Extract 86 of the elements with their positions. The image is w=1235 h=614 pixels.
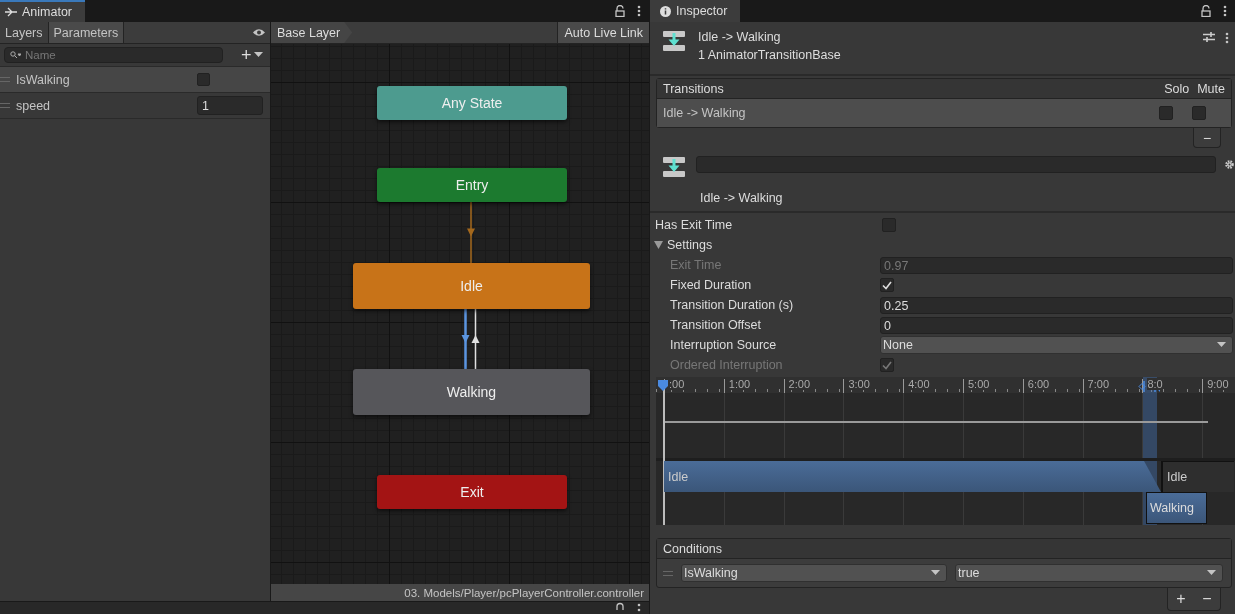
transition-label: Idle -> Walking — [699, 191, 784, 205]
value-dropdown[interactable]: true — [955, 564, 1223, 582]
remove-button[interactable]: − — [1194, 588, 1220, 610]
search-icon — [10, 51, 21, 59]
file-path: 03. Models/Player/pcPlayerController.controller — [271, 584, 649, 601]
checkbox[interactable] — [880, 278, 894, 292]
clip-bar[interactable]: Idle — [1161, 461, 1234, 492]
transition-name: Idle -> Walking — [663, 106, 747, 120]
transition-arrow[interactable] — [471, 308, 480, 370]
clip-bar[interactable]: Walking — [1146, 492, 1207, 524]
state-node[interactable]: Entry — [377, 168, 567, 202]
time-label: 1:00 — [728, 378, 751, 390]
clip-bar[interactable]: Idle — [664, 461, 1161, 492]
time-label: 6:00 — [1027, 378, 1050, 390]
add-button[interactable]: + — [1168, 588, 1194, 610]
info-icon — [660, 5, 671, 17]
dropdown[interactable]: None — [880, 336, 1233, 354]
live-link-button[interactable]: Auto Live Link — [557, 22, 649, 43]
drag-handle-icon[interactable] — [0, 103, 10, 108]
check-icon — [882, 280, 892, 290]
add-button[interactable]: + — [241, 46, 263, 64]
settings-icon[interactable] — [1224, 159, 1235, 170]
remove-button[interactable]: − — [1193, 128, 1221, 148]
state-node[interactable]: Walking — [353, 369, 590, 415]
caret-icon — [253, 52, 263, 58]
drag-handle-icon[interactable] — [0, 77, 10, 82]
solo-checkbox[interactable] — [1159, 106, 1173, 120]
list-header: Transitions — [663, 81, 725, 96]
panel-tab[interactable]: Animator — [0, 0, 85, 22]
more-icon[interactable] — [1223, 5, 1227, 17]
caret-icon — [931, 570, 940, 576]
time-label: 2:00 — [788, 378, 810, 390]
parameter-dropdown[interactable]: IsWalking — [681, 564, 947, 582]
placeholder-text: Name — [25, 49, 56, 61]
time-label: 5:00 — [968, 378, 990, 390]
settings-foldout[interactable]: Settings — [650, 235, 1235, 255]
field-label: Transition Offset — [670, 318, 762, 332]
time-label: :00 — [669, 378, 685, 390]
more-icon[interactable] — [1225, 32, 1229, 44]
time-label: 7:00 — [1087, 378, 1109, 390]
marker-icon[interactable] — [657, 380, 669, 392]
number-field[interactable]: 0 — [880, 316, 1233, 334]
inspector-title: Idle -> Walking — [698, 30, 782, 44]
field-label: Fixed Duration — [670, 278, 753, 292]
field-label: Transition Duration (s) — [670, 298, 795, 312]
field-label: Ordered Interruption — [670, 358, 784, 372]
panel-tab[interactable]: Inspector — [650, 0, 740, 22]
number-field: 0.97 — [880, 256, 1233, 274]
mute-checkbox[interactable] — [1192, 106, 1206, 120]
state-node[interactable]: Exit — [377, 475, 567, 509]
caret-icon — [1217, 342, 1226, 348]
parameter-name: IsWalking — [16, 72, 71, 87]
value-field[interactable]: 1 — [197, 96, 263, 115]
transition-icon — [662, 30, 686, 52]
triangle-icon — [654, 241, 663, 249]
field-label: Has Exit Time — [655, 218, 734, 232]
transition-arrow[interactable] — [461, 309, 470, 369]
field-label: Exit Time — [670, 258, 723, 272]
drag-handle-icon[interactable] — [663, 570, 673, 576]
column-header: Mute — [1197, 81, 1225, 96]
transition-timeline[interactable]: :00 1:00 2:00 3:00 4:00 5:00 6:00 7:00 8:0 9:00 Idle Idle Walking — [656, 377, 1235, 525]
column-header: Solo — [1164, 81, 1190, 96]
list-header: Conditions — [663, 541, 724, 556]
time-label: 3:00 — [848, 378, 870, 390]
object-type: 1 AnimatorTransitionBase — [698, 48, 842, 62]
time-label: 8:0 — [1147, 378, 1163, 390]
parameter-row[interactable]: IsWalking — [0, 67, 270, 93]
time-label: 4:00 — [908, 378, 930, 390]
tab[interactable]: Parameters — [48, 22, 125, 43]
time-label: 9:00 — [1207, 378, 1229, 390]
eye-icon[interactable] — [252, 28, 266, 37]
number-field[interactable]: 0.25 — [880, 296, 1233, 314]
sliders-icon[interactable] — [1203, 32, 1215, 42]
caret-icon — [1207, 570, 1216, 576]
parameter-name: speed — [16, 98, 52, 113]
more-icon[interactable] — [637, 602, 641, 612]
section-label: Settings — [667, 238, 713, 252]
field-label: Interruption Source — [670, 338, 778, 352]
marker-icon[interactable] — [1138, 381, 1162, 392]
breadcrumb[interactable]: Base Layer — [271, 22, 353, 43]
checkbox[interactable] — [197, 73, 210, 86]
transition-row[interactable]: Idle -> Walking — [657, 99, 1231, 127]
more-icon[interactable] — [637, 5, 641, 17]
parameter-row[interactable]: speed 1 — [0, 93, 270, 119]
animator-icon — [5, 7, 17, 17]
transition-icon — [662, 156, 686, 178]
